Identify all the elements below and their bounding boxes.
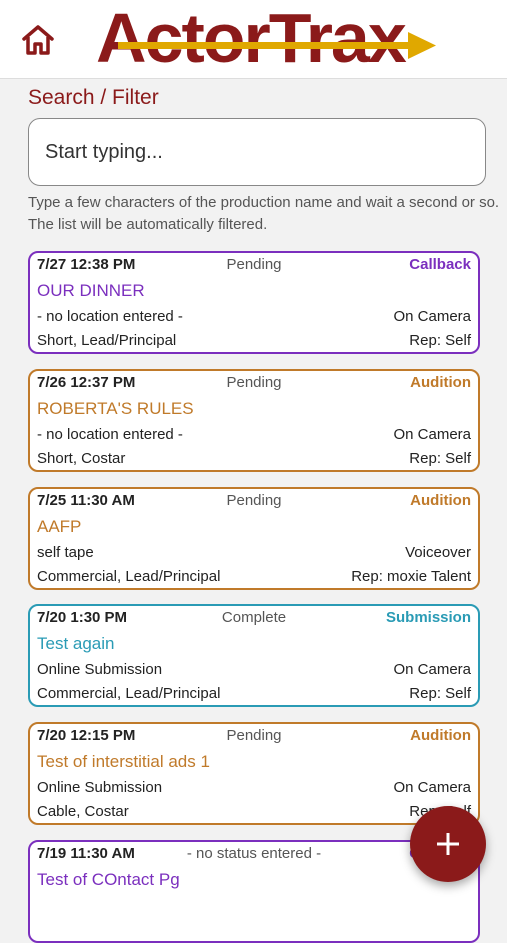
card-category: Commercial, Lead/Principal (37, 568, 221, 585)
card-location: - no location entered - (37, 308, 183, 325)
card-status: Pending (226, 256, 282, 273)
card-rep: Rep: Self (409, 450, 471, 467)
card-status: Complete (221, 609, 287, 626)
card-type: Audition (410, 374, 471, 391)
search-input[interactable] (28, 118, 486, 186)
card-title: ROBERTA'S RULES (37, 399, 194, 418)
card-medium: On Camera (393, 661, 471, 678)
card-location: Online Submission (37, 661, 163, 678)
card-category: Short, Lead/Principal (37, 332, 177, 349)
card-category: Cable, Costar (37, 803, 129, 820)
card-title: Test of interstitial ads 1 (37, 752, 210, 771)
home-button[interactable] (20, 22, 56, 58)
card-datetime: 7/20 1:30 PM (37, 609, 128, 626)
card-medium: On Camera (393, 308, 471, 325)
card-datetime: 7/25 11:30 AM (37, 492, 135, 509)
card-title: Test again (37, 634, 115, 653)
card-rep: Rep: Self (409, 332, 471, 349)
card-datetime: 7/19 11:30 AM (37, 845, 135, 862)
production-card[interactable]: 7/26 12:37 PM Pending Audition ROBERTA'S R… (28, 369, 480, 472)
card-datetime: 7/20 12:15 PM (37, 727, 136, 744)
production-card[interactable]: 7/25 11:30 AM Pending Audition AAFP self t… (28, 487, 480, 590)
production-card[interactable]: 7/20 12:15 PM Pending Audition Test of int… (28, 722, 480, 825)
card-status: Pending (226, 727, 282, 744)
card-type: Audition (410, 727, 471, 744)
app-header: ActorTrax (0, 0, 507, 79)
production-card[interactable]: 7/27 12:38 PM Pending Callback OUR DINNER … (28, 251, 480, 354)
app-logo: ActorTrax (96, 0, 446, 77)
card-location: Online Submission (37, 779, 163, 796)
card-category: Commercial, Lead/Principal (37, 685, 221, 702)
card-location: - no location entered - (37, 426, 183, 443)
card-title: Test of COntact Pg (37, 870, 180, 889)
card-rep: Rep: Self (409, 685, 471, 702)
production-card[interactable]: 7/20 1:30 PM Complete Submission Test agai… (28, 604, 480, 707)
card-type: Submission (385, 609, 471, 626)
card-status: Pending (226, 492, 282, 509)
card-status: Pending (226, 374, 282, 391)
add-production-button[interactable] (410, 806, 486, 882)
search-hint: Type a few characters of the production … (28, 194, 500, 233)
card-medium: On Camera (393, 426, 471, 443)
card-category: Short, Costar (37, 450, 126, 467)
card-type: Audition (410, 492, 471, 509)
card-medium: Voiceover (405, 544, 471, 561)
card-medium: On Camera (393, 779, 471, 796)
card-type: Callback (409, 256, 471, 273)
card-datetime: 7/27 12:38 PM (37, 256, 136, 273)
card-location: self tape (37, 544, 94, 561)
plus-icon (437, 833, 459, 855)
logo-arrow-graphic (118, 32, 436, 59)
card-title: AAFP (37, 517, 82, 536)
card-rep: Rep: moxie Talent (351, 568, 471, 585)
card-datetime: 7/26 12:37 PM (37, 374, 136, 391)
card-status: - no status entered - (186, 845, 322, 862)
home-icon (22, 25, 54, 55)
card-title: OUR DINNER (37, 281, 145, 300)
search-filter-label: Search / Filter (28, 86, 159, 109)
